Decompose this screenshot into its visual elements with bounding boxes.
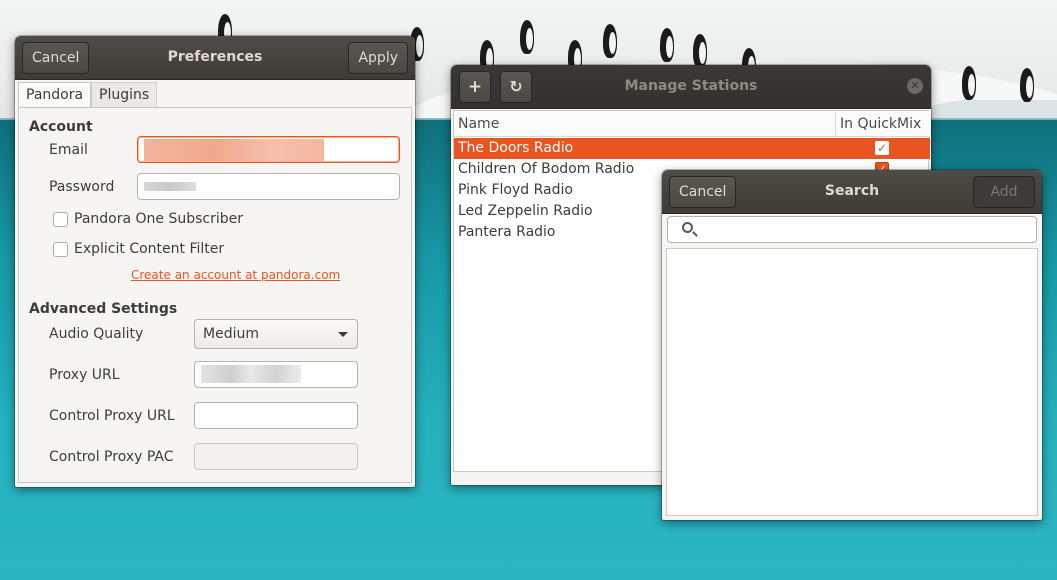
audio-quality-select[interactable]: Medium bbox=[194, 319, 358, 349]
audio-quality-value: Medium bbox=[203, 326, 259, 342]
close-icon[interactable]: ✕ bbox=[907, 78, 923, 94]
email-label: Email bbox=[49, 142, 88, 158]
search-results-list[interactable] bbox=[666, 248, 1038, 516]
redacted-password bbox=[144, 182, 196, 191]
search-window: Cancel Search Add bbox=[662, 170, 1042, 520]
password-field[interactable] bbox=[137, 173, 400, 200]
penguin-image bbox=[962, 66, 976, 100]
tab-plugins[interactable]: Plugins bbox=[91, 82, 158, 108]
explicit-filter-label: Explicit Content Filter bbox=[74, 241, 225, 257]
chevron-down-icon bbox=[338, 332, 348, 337]
proxy-url-label: Proxy URL bbox=[49, 367, 120, 383]
preferences-window: Cancel Preferences Apply Pandora Plugins… bbox=[15, 36, 415, 487]
control-proxy-url-label: Control Proxy URL bbox=[49, 408, 175, 424]
pandora-one-checkbox[interactable] bbox=[53, 212, 68, 227]
station-name: Children Of Bodom Radio bbox=[458, 161, 635, 177]
column-header-quickmix[interactable]: In QuickMix bbox=[836, 111, 930, 137]
quickmix-checkbox[interactable]: ✓ bbox=[875, 141, 889, 155]
penguin-image bbox=[520, 20, 534, 54]
station-name: Led Zeppelin Radio bbox=[458, 203, 593, 219]
control-proxy-url-field[interactable] bbox=[194, 402, 358, 429]
control-proxy-pac-label: Control Proxy PAC bbox=[49, 449, 174, 465]
advanced-settings-heading: Advanced Settings bbox=[29, 301, 178, 317]
penguin-image bbox=[1020, 68, 1034, 102]
penguin-image bbox=[660, 28, 674, 62]
station-name: Pantera Radio bbox=[458, 224, 556, 240]
control-proxy-pac-field bbox=[194, 443, 358, 470]
preferences-headerbar: Cancel Preferences Apply bbox=[15, 36, 415, 80]
create-account-link[interactable]: Create an account at pandora.com bbox=[131, 268, 340, 282]
add-button[interactable]: Add bbox=[973, 176, 1035, 208]
proxy-url-field[interactable] bbox=[194, 361, 358, 388]
explicit-filter-checkbox[interactable] bbox=[53, 242, 68, 257]
search-icon bbox=[682, 222, 693, 233]
column-header-name[interactable]: Name bbox=[454, 111, 836, 137]
search-input[interactable] bbox=[667, 216, 1037, 243]
search-headerbar: Cancel Search Add bbox=[662, 170, 1042, 214]
pandora-tab-pane: Account Email Password Pandora One Subsc… bbox=[18, 107, 412, 483]
station-row[interactable]: The Doors Radio ✓ bbox=[454, 138, 930, 159]
redacted-proxy-url bbox=[201, 365, 301, 383]
stations-headerbar: + ↻ Manage Stations ✕ bbox=[451, 65, 931, 109]
pandora-one-label: Pandora One Subscriber bbox=[74, 211, 243, 227]
email-field[interactable] bbox=[137, 136, 400, 163]
apply-button[interactable]: Apply bbox=[348, 42, 408, 74]
tab-pandora[interactable]: Pandora bbox=[18, 82, 92, 108]
account-heading: Account bbox=[29, 119, 93, 135]
penguin-image bbox=[603, 24, 617, 58]
password-label: Password bbox=[49, 179, 115, 195]
audio-quality-label: Audio Quality bbox=[49, 326, 144, 342]
station-name: Pink Floyd Radio bbox=[458, 182, 573, 198]
station-name: The Doors Radio bbox=[458, 140, 574, 156]
window-title: Manage Stations bbox=[624, 78, 758, 94]
redacted-email bbox=[144, 139, 324, 161]
penguin-image bbox=[693, 34, 707, 68]
